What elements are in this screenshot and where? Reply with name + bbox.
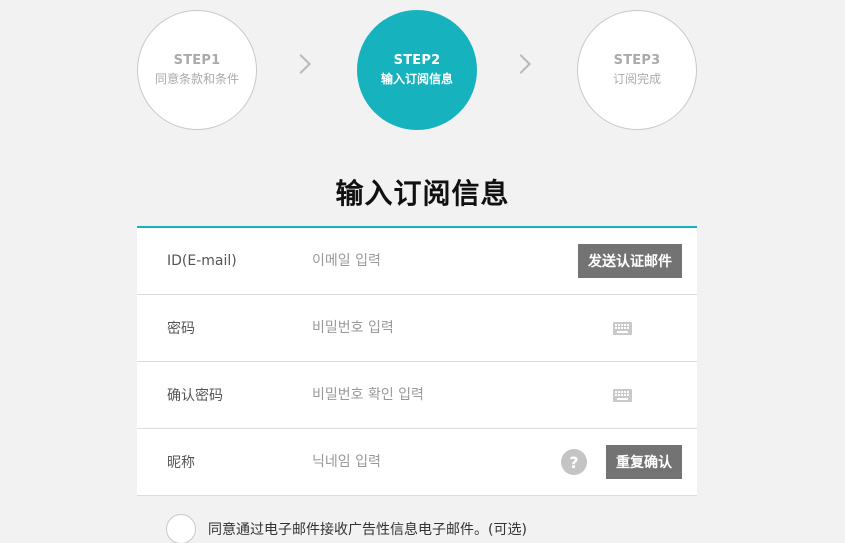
password-input[interactable] <box>312 313 572 343</box>
duplicate-check-button[interactable]: 重复确认 <box>606 445 682 479</box>
confirm-password-input[interactable] <box>312 380 572 410</box>
signup-form: ID(E-mail) 发送认证邮件 密码 确认密码 <box>137 226 697 496</box>
keyboard-icon[interactable] <box>613 321 632 335</box>
step-1-label: 同意条款和条件 <box>154 72 239 86</box>
password-row: 密码 <box>137 295 697 362</box>
step-2-number: STEP2 <box>393 53 441 68</box>
email-input[interactable] <box>312 246 572 276</box>
consent-radio[interactable] <box>166 514 196 543</box>
password-label: 密码 <box>167 321 195 337</box>
email-row: ID(E-mail) 发送认证邮件 <box>137 228 697 295</box>
consent-label: 同意通过电子邮件接收广告性信息电子邮件。(可选) <box>208 522 527 538</box>
chevron-right-icon <box>291 54 311 74</box>
help-icon[interactable]: ? <box>561 449 587 475</box>
step-1-number: STEP1 <box>173 53 221 68</box>
nickname-row: 昵称 ? 重复确认 <box>137 429 697 496</box>
step-1: STEP1 同意条款和条件 <box>137 10 257 130</box>
chevron-right-icon <box>511 54 531 74</box>
email-label: ID(E-mail) <box>167 253 237 269</box>
nickname-input[interactable] <box>312 447 572 477</box>
step-3-label: 订阅完成 <box>612 72 661 86</box>
step-2: STEP2 输入订阅信息 <box>357 10 477 130</box>
confirm-password-row: 确认密码 <box>137 362 697 429</box>
page-title: 输入订阅信息 <box>335 177 510 210</box>
send-verification-button[interactable]: 发送认证邮件 <box>578 244 682 278</box>
nickname-label: 昵称 <box>167 455 195 471</box>
step-3: STEP3 订阅完成 <box>577 10 697 130</box>
marketing-consent: 同意通过电子邮件接收广告性信息电子邮件。(可选) <box>166 514 527 543</box>
signup-page: STEP1 同意条款和条件 STEP2 输入订阅信息 STEP3 订阅完成 输入… <box>0 0 845 543</box>
keyboard-icon[interactable] <box>613 388 632 402</box>
confirm-password-label: 确认密码 <box>167 388 223 404</box>
step-2-label: 输入订阅信息 <box>380 72 453 86</box>
step-3-number: STEP3 <box>613 53 661 68</box>
step-indicator: STEP1 同意条款和条件 STEP2 输入订阅信息 STEP3 订阅完成 <box>0 0 845 140</box>
